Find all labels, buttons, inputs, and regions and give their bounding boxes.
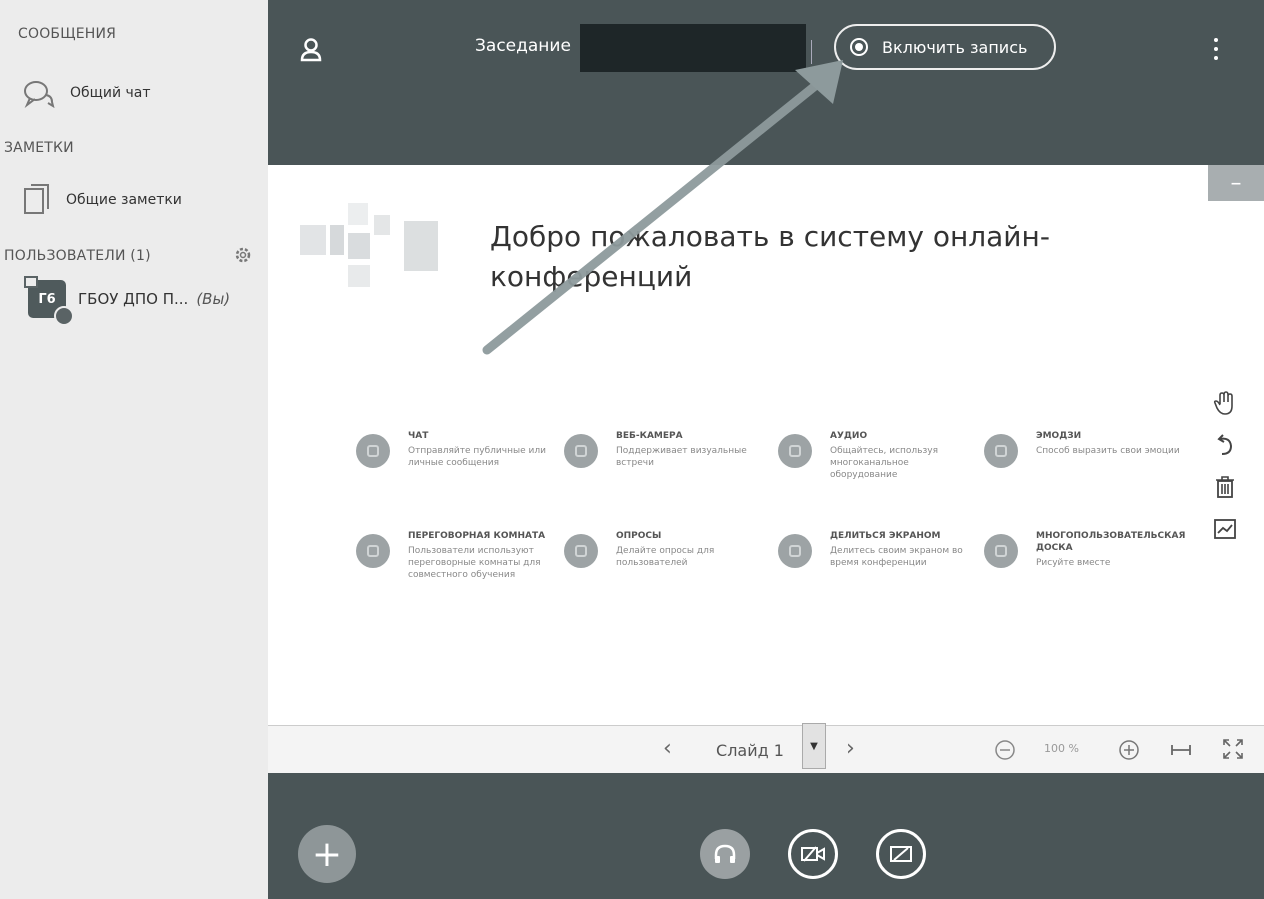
emoji-feature-icon bbox=[984, 434, 1018, 468]
chat-feature-icon bbox=[356, 434, 390, 468]
screen-share-off-icon[interactable] bbox=[876, 829, 926, 879]
plus-icon[interactable]: + bbox=[298, 825, 356, 883]
feature-item: ОПРОСЫ Делайте опросы для пользователей bbox=[564, 530, 764, 569]
feature-item: АУДИО Общайтесь, используя многоканальное… bbox=[778, 430, 978, 481]
feature-desc: Отправляйте публичные или личные сообщен… bbox=[408, 446, 546, 468]
you-label: (Вы) bbox=[196, 290, 231, 308]
feature-item: ВЕБ-КАМЕРА Поддерживает визуальные встреч… bbox=[564, 430, 764, 469]
record-icon bbox=[850, 38, 868, 56]
feature-item: ЧАТ Отправляйте публичные или личные сооб… bbox=[356, 430, 556, 469]
feature-title: ВЕБ-КАМЕРА bbox=[616, 431, 683, 441]
feature-item: ДЕЛИТЬСЯ ЭКРАНОМ Делитесь своим экраном в… bbox=[778, 530, 978, 569]
presenter-icon bbox=[24, 276, 38, 288]
sidebar: СООБЩЕНИЯ Общий чат ЗАМЕТКИ Общие заметк… bbox=[0, 0, 269, 899]
feature-item: ЭМОДЗИ Способ выразить свои эмоции bbox=[984, 430, 1184, 468]
fit-width-icon[interactable] bbox=[1170, 742, 1192, 758]
undo-icon[interactable] bbox=[1208, 428, 1242, 462]
zoom-in-icon[interactable] bbox=[1118, 739, 1140, 761]
feature-desc: Поддерживает визуальные встречи bbox=[616, 446, 747, 468]
slide-selector[interactable]: Слайд 1 ▼ bbox=[698, 723, 828, 769]
feature-desc: Пользователи используют переговорные ком… bbox=[408, 546, 541, 580]
minus-icon[interactable]: – bbox=[1208, 165, 1264, 201]
sidebar-item-label: Общие заметки bbox=[66, 192, 182, 208]
notes-section-title: ЗАМЕТКИ bbox=[4, 140, 74, 156]
feature-title: ЧАТ bbox=[408, 431, 429, 441]
breakout-feature-icon bbox=[356, 534, 390, 568]
divider bbox=[811, 40, 812, 64]
user-name: ГБОУ ДПО П... bbox=[78, 290, 189, 308]
more-options-icon[interactable] bbox=[1214, 38, 1222, 60]
next-slide-icon[interactable]: › bbox=[846, 736, 855, 761]
hand-icon[interactable] bbox=[1208, 386, 1242, 420]
chevron-down-icon[interactable]: ▼ bbox=[802, 723, 826, 769]
fullscreen-icon[interactable] bbox=[1222, 738, 1244, 760]
microphone-icon bbox=[54, 306, 74, 326]
audio-feature-icon bbox=[778, 434, 812, 468]
feature-title: АУДИО bbox=[830, 431, 868, 441]
sidebar-item-shared-notes[interactable]: Общие заметки bbox=[22, 183, 182, 217]
gear-icon[interactable] bbox=[233, 245, 253, 265]
user-list-item[interactable]: Г6 ГБОУ ДПО П... (Вы) bbox=[24, 276, 231, 326]
feature-title: ЭМОДЗИ bbox=[1036, 431, 1082, 441]
presentation-slide: – Добро пожаловать в систему онлайн-конф… bbox=[268, 165, 1264, 725]
feature-desc: Рисуйте вместе bbox=[1036, 558, 1111, 568]
feature-desc: Общайтесь, используя многоканальное обор… bbox=[830, 446, 938, 480]
feature-desc: Делитесь своим экраном во время конферен… bbox=[830, 546, 963, 568]
welcome-heading: Добро пожаловать в систему онлайн-конфер… bbox=[490, 220, 1050, 293]
whiteboard-feature-icon bbox=[984, 534, 1018, 568]
feature-desc: Способ выразить свои эмоции bbox=[1036, 446, 1180, 456]
users-section-title: ПОЛЬЗОВАТЕЛИ (1) bbox=[4, 248, 151, 264]
features-grid: ЧАТ Отправляйте публичные или личные сооб… bbox=[356, 430, 1216, 670]
prev-slide-icon[interactable]: ‹ bbox=[663, 736, 672, 761]
user-icon[interactable] bbox=[300, 38, 322, 62]
sidebar-item-label: Общий чат bbox=[70, 85, 151, 101]
slide-navigation-bar: ‹ Слайд 1 ▼ › 100 % bbox=[268, 723, 1264, 774]
polls-feature-icon bbox=[564, 534, 598, 568]
feature-title: ПЕРЕГОВОРНАЯ КОМНАТА bbox=[408, 531, 546, 541]
trash-icon[interactable] bbox=[1208, 470, 1242, 504]
feature-desc: Делайте опросы для пользователей bbox=[616, 546, 715, 568]
webcam-feature-icon bbox=[564, 434, 598, 468]
feature-item: МНОГОПОЛЬЗОВАТЕЛЬСКАЯ ДОСКА Рисуйте вмест… bbox=[984, 530, 1194, 569]
chart-icon[interactable] bbox=[1208, 512, 1242, 546]
feature-title: ОПРОСЫ bbox=[616, 531, 662, 541]
messages-section-title: СООБЩЕНИЯ bbox=[18, 26, 117, 42]
record-button[interactable]: Включить запись bbox=[834, 24, 1056, 70]
headphones-icon[interactable] bbox=[700, 829, 750, 879]
redacted-block bbox=[580, 24, 806, 72]
zoom-level: 100 % bbox=[1044, 742, 1079, 755]
whiteboard-toolbar bbox=[1198, 382, 1254, 558]
bottom-action-bar: + bbox=[268, 773, 1264, 899]
feature-title: МНОГОПОЛЬЗОВАТЕЛЬСКАЯ ДОСКА bbox=[1036, 531, 1186, 553]
zoom-out-icon[interactable] bbox=[994, 739, 1016, 761]
slide-label: Слайд 1 bbox=[716, 740, 784, 760]
avatar: Г6 bbox=[24, 276, 74, 326]
avatar-initials: Г6 bbox=[38, 291, 56, 307]
sidebar-item-public-chat[interactable]: Общий чат bbox=[22, 78, 151, 108]
chat-icon bbox=[24, 81, 55, 108]
app-window: СООБЩЕНИЯ Общий чат ЗАМЕТКИ Общие заметк… bbox=[0, 0, 1264, 899]
logo bbox=[300, 203, 438, 287]
feature-title: ДЕЛИТЬСЯ ЭКРАНОМ bbox=[830, 531, 941, 541]
notes-icon bbox=[24, 184, 49, 214]
camera-off-icon[interactable] bbox=[788, 829, 838, 879]
feature-item: ПЕРЕГОВОРНАЯ КОМНАТА Пользователи использ… bbox=[356, 530, 556, 581]
record-button-label: Включить запись bbox=[882, 37, 1028, 57]
top-bar: Заседание Включить запись bbox=[268, 0, 1264, 165]
screenshare-feature-icon bbox=[778, 534, 812, 568]
meeting-title: Заседание bbox=[475, 36, 571, 56]
